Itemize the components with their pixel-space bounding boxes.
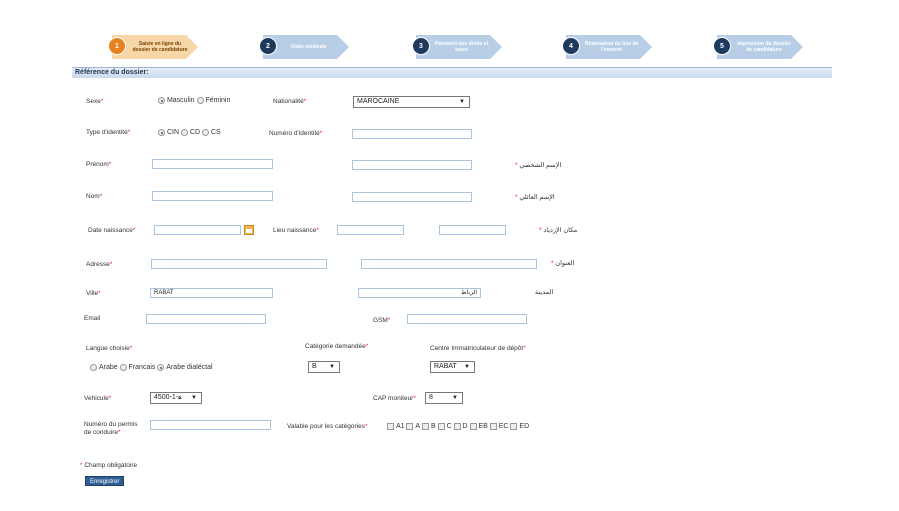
chevron-down-icon: ▼ bbox=[452, 395, 458, 401]
valable-checkbox-group: A1 A B C D EB EC ED bbox=[387, 423, 529, 430]
radio-arabe-dialectal[interactable] bbox=[157, 364, 165, 371]
step-number: 3 bbox=[412, 37, 430, 55]
adresse-ar-input[interactable] bbox=[361, 259, 537, 269]
checkbox-a1[interactable] bbox=[387, 423, 394, 430]
nom-label: Nom* bbox=[86, 193, 103, 200]
checkbox-a[interactable] bbox=[406, 423, 414, 430]
step-label: Paiement des droits et taxes bbox=[434, 41, 489, 53]
checkbox-b[interactable] bbox=[422, 423, 430, 430]
radio-masculin[interactable] bbox=[158, 97, 165, 104]
section-title: Référence du dossier: bbox=[72, 67, 832, 78]
checkbox-eb[interactable] bbox=[469, 423, 477, 430]
checkbox-ed[interactable] bbox=[510, 423, 518, 430]
ville-ar-input[interactable]: الرباط bbox=[358, 288, 481, 298]
sexe-radio-group: Masculin Féminin bbox=[158, 97, 230, 104]
permis-input[interactable] bbox=[150, 420, 271, 430]
chevron-down-icon: ▼ bbox=[464, 364, 470, 370]
checkbox-ec[interactable] bbox=[489, 423, 497, 430]
checkbox-c[interactable] bbox=[437, 423, 445, 430]
langue-label: Langue choisie* bbox=[86, 345, 133, 352]
email-input[interactable] bbox=[146, 314, 266, 324]
prenom-ar-label: * الإسم الشخصي bbox=[515, 162, 562, 169]
valable-label: Valable pour les catégories* bbox=[287, 423, 368, 430]
prenom-input[interactable] bbox=[152, 159, 273, 169]
prenom-ar-input[interactable] bbox=[352, 160, 472, 170]
adresse-ar-label: * العنوان bbox=[551, 260, 575, 267]
date-naissance-label: Date naissance* bbox=[88, 227, 136, 234]
step-number: 2 bbox=[259, 37, 277, 55]
lieu-naissance-ar-label: * مكان الإزدياد bbox=[539, 227, 578, 234]
radio-cs[interactable] bbox=[202, 129, 209, 136]
adresse-input[interactable] bbox=[151, 259, 327, 269]
wizard-step-5[interactable]: 5 Impression du dossier de candidature bbox=[713, 33, 803, 59]
prenom-label: Prénom* bbox=[86, 161, 112, 168]
radio-cd[interactable] bbox=[180, 129, 188, 136]
date-naissance-input[interactable] bbox=[154, 225, 241, 235]
required-note: * Champ obligatoire bbox=[80, 462, 138, 469]
email-label: Email bbox=[84, 315, 101, 322]
ville-ar-label: المدينة bbox=[535, 289, 554, 296]
sexe-label: Sexe* bbox=[86, 98, 104, 105]
nom-ar-input[interactable] bbox=[352, 192, 472, 202]
cap-select[interactable]: 8 ▼ bbox=[425, 392, 463, 404]
step-label: Visite médicale bbox=[290, 44, 327, 50]
adresse-label: Adresse* bbox=[86, 261, 113, 268]
wizard-step-2[interactable]: 2 Visite médicale bbox=[259, 33, 349, 59]
wizard-step-1[interactable]: 1 Saisie en ligne du dossier de candidat… bbox=[108, 33, 198, 59]
nom-input[interactable] bbox=[152, 191, 273, 201]
langue-radio-group: Arabe Francais Arabe dialéctal bbox=[90, 364, 213, 371]
step-number: 1 bbox=[108, 37, 126, 55]
radio-arabe[interactable] bbox=[90, 364, 97, 371]
step-label: Réservation du box de l'examen bbox=[584, 41, 639, 53]
radio-feminin[interactable] bbox=[196, 97, 204, 104]
lieu-naissance-ar-input[interactable] bbox=[439, 225, 506, 235]
step-label: Saisie en ligne du dossier de candidatur… bbox=[132, 41, 188, 53]
cap-label: CAP moniteur* bbox=[373, 395, 416, 402]
categorie-label: Catégorie demandée* bbox=[305, 343, 369, 350]
vehicule-label: Vehicule* bbox=[84, 395, 112, 402]
numero-identite-input[interactable] bbox=[352, 129, 472, 139]
type-identite-label: Type d'identité* bbox=[86, 129, 131, 136]
checkbox-d[interactable] bbox=[453, 423, 461, 430]
nationalite-label: Nationalité* bbox=[273, 98, 307, 105]
step-number: 5 bbox=[713, 37, 731, 55]
centre-label: Centre Immatriculateur de dépôt* bbox=[430, 345, 526, 352]
wizard-step-3[interactable]: 3 Paiement des droits et taxes bbox=[412, 33, 502, 59]
chevron-down-icon: ▼ bbox=[459, 99, 465, 105]
nom-ar-label: * الإسم العائلي bbox=[515, 194, 555, 201]
vehicule-select[interactable]: 4500-1-ﻫ ▼ bbox=[150, 392, 202, 404]
radio-cin[interactable] bbox=[158, 129, 165, 136]
step-label: Impression du dossier de candidature bbox=[737, 41, 791, 53]
centre-select[interactable]: RABAT ▼ bbox=[430, 361, 475, 373]
chevron-down-icon: ▼ bbox=[329, 364, 335, 370]
numero-identite-label: Numéro d'identité* bbox=[269, 130, 323, 137]
chevron-down-icon: ▼ bbox=[191, 395, 197, 401]
calendar-icon[interactable] bbox=[244, 225, 254, 235]
permis-label: Numéro du permis de conduire* bbox=[84, 421, 138, 436]
type-identite-radio-group: CIN CD CS bbox=[158, 129, 221, 136]
ville-label: Ville* bbox=[86, 290, 101, 297]
wizard-step-4[interactable]: 4 Réservation du box de l'examen bbox=[562, 33, 652, 59]
save-button[interactable]: Enregistrer bbox=[85, 476, 125, 486]
radio-francais[interactable] bbox=[119, 364, 127, 371]
ville-input[interactable]: RABAT bbox=[150, 288, 273, 298]
gsm-input[interactable] bbox=[407, 314, 527, 324]
lieu-naissance-input[interactable] bbox=[337, 225, 404, 235]
gsm-label: GSM* bbox=[373, 317, 391, 324]
step-number: 4 bbox=[562, 37, 580, 55]
lieu-naissance-label: Lieu naissance* bbox=[273, 227, 319, 234]
categorie-select[interactable]: B ▼ bbox=[308, 361, 340, 373]
nationalite-select[interactable]: MAROCAINE ▼ bbox=[353, 96, 470, 108]
